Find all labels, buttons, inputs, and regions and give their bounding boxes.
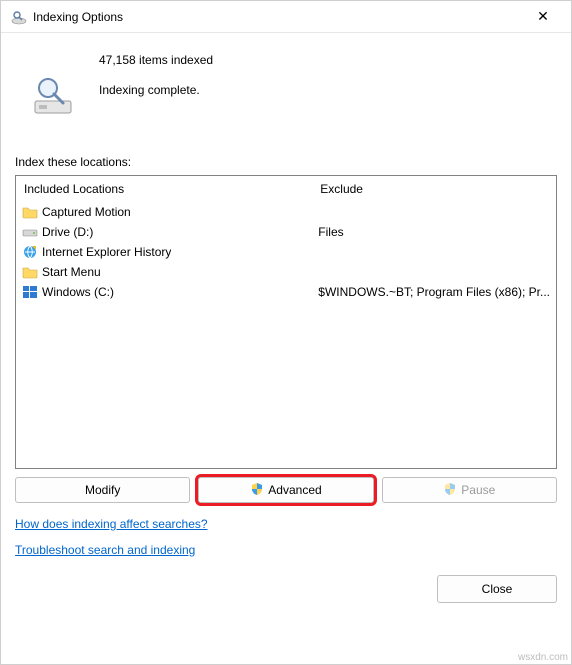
location-name: Windows (C:): [42, 285, 114, 299]
exclude-value: Files: [312, 222, 556, 242]
column-header-exclude[interactable]: Exclude: [312, 176, 556, 202]
table-row[interactable]: Drive (D:): [16, 222, 312, 242]
modify-button[interactable]: Modify: [15, 477, 190, 503]
table-row[interactable]: Captured Motion: [16, 202, 312, 222]
indexed-count: 47,158 items indexed: [99, 53, 213, 69]
drive-icon: [22, 224, 38, 240]
help-link-troubleshoot[interactable]: Troubleshoot search and indexing: [15, 543, 195, 557]
watermark: wsxdn.com: [518, 652, 568, 663]
footer: Close: [15, 569, 557, 603]
table-row[interactable]: Internet Explorer History: [16, 242, 312, 262]
exclude-value: [312, 242, 556, 262]
help-link-searches[interactable]: How does indexing affect searches?: [15, 517, 208, 531]
folder-icon: [22, 204, 38, 220]
table-row[interactable]: Windows (C:): [16, 282, 312, 302]
indexing-state: Indexing complete.: [99, 83, 213, 99]
help-links: How does indexing affect searches? Troub…: [15, 513, 557, 569]
table-row[interactable]: Start Menu: [16, 262, 312, 282]
titlebar: Indexing Options ✕: [1, 1, 571, 33]
location-name: Captured Motion: [42, 205, 131, 219]
shield-icon: [250, 482, 264, 499]
action-buttons: Modify Advanced: [15, 477, 557, 503]
close-button-label: Close: [482, 582, 513, 596]
folder-icon: [22, 264, 38, 280]
column-header-included[interactable]: Included Locations: [16, 176, 312, 202]
windows-icon: [22, 284, 38, 300]
status-row: 47,158 items indexed Indexing complete.: [15, 53, 557, 119]
window-title: Indexing Options: [33, 10, 521, 24]
close-button[interactable]: Close: [437, 575, 557, 603]
locations-list: Included Locations Captured Motion Drive …: [15, 175, 557, 469]
exclude-value: [312, 262, 556, 282]
shield-icon: [443, 482, 457, 499]
advanced-button-label: Advanced: [268, 483, 321, 497]
indexing-options-window: Indexing Options ✕ 47,158 items indexed …: [0, 0, 572, 665]
status-text: 47,158 items indexed Indexing complete.: [99, 53, 213, 112]
indexing-options-icon: [11, 9, 27, 25]
locations-label: Index these locations:: [15, 155, 557, 169]
advanced-button[interactable]: Advanced: [198, 477, 373, 503]
ie-icon: [22, 244, 38, 260]
magnifier-drive-icon: [29, 71, 77, 119]
pause-button: Pause: [382, 477, 557, 503]
content-area: 47,158 items indexed Indexing complete. …: [1, 33, 571, 664]
exclude-value: $WINDOWS.~BT; Program Files (x86); Pr...: [312, 282, 556, 302]
location-name: Internet Explorer History: [42, 245, 171, 259]
window-close-button[interactable]: ✕: [521, 2, 565, 32]
pause-button-label: Pause: [461, 483, 495, 497]
location-name: Drive (D:): [42, 225, 93, 239]
modify-button-label: Modify: [85, 483, 120, 497]
exclude-value: [312, 202, 556, 222]
location-name: Start Menu: [42, 265, 101, 279]
